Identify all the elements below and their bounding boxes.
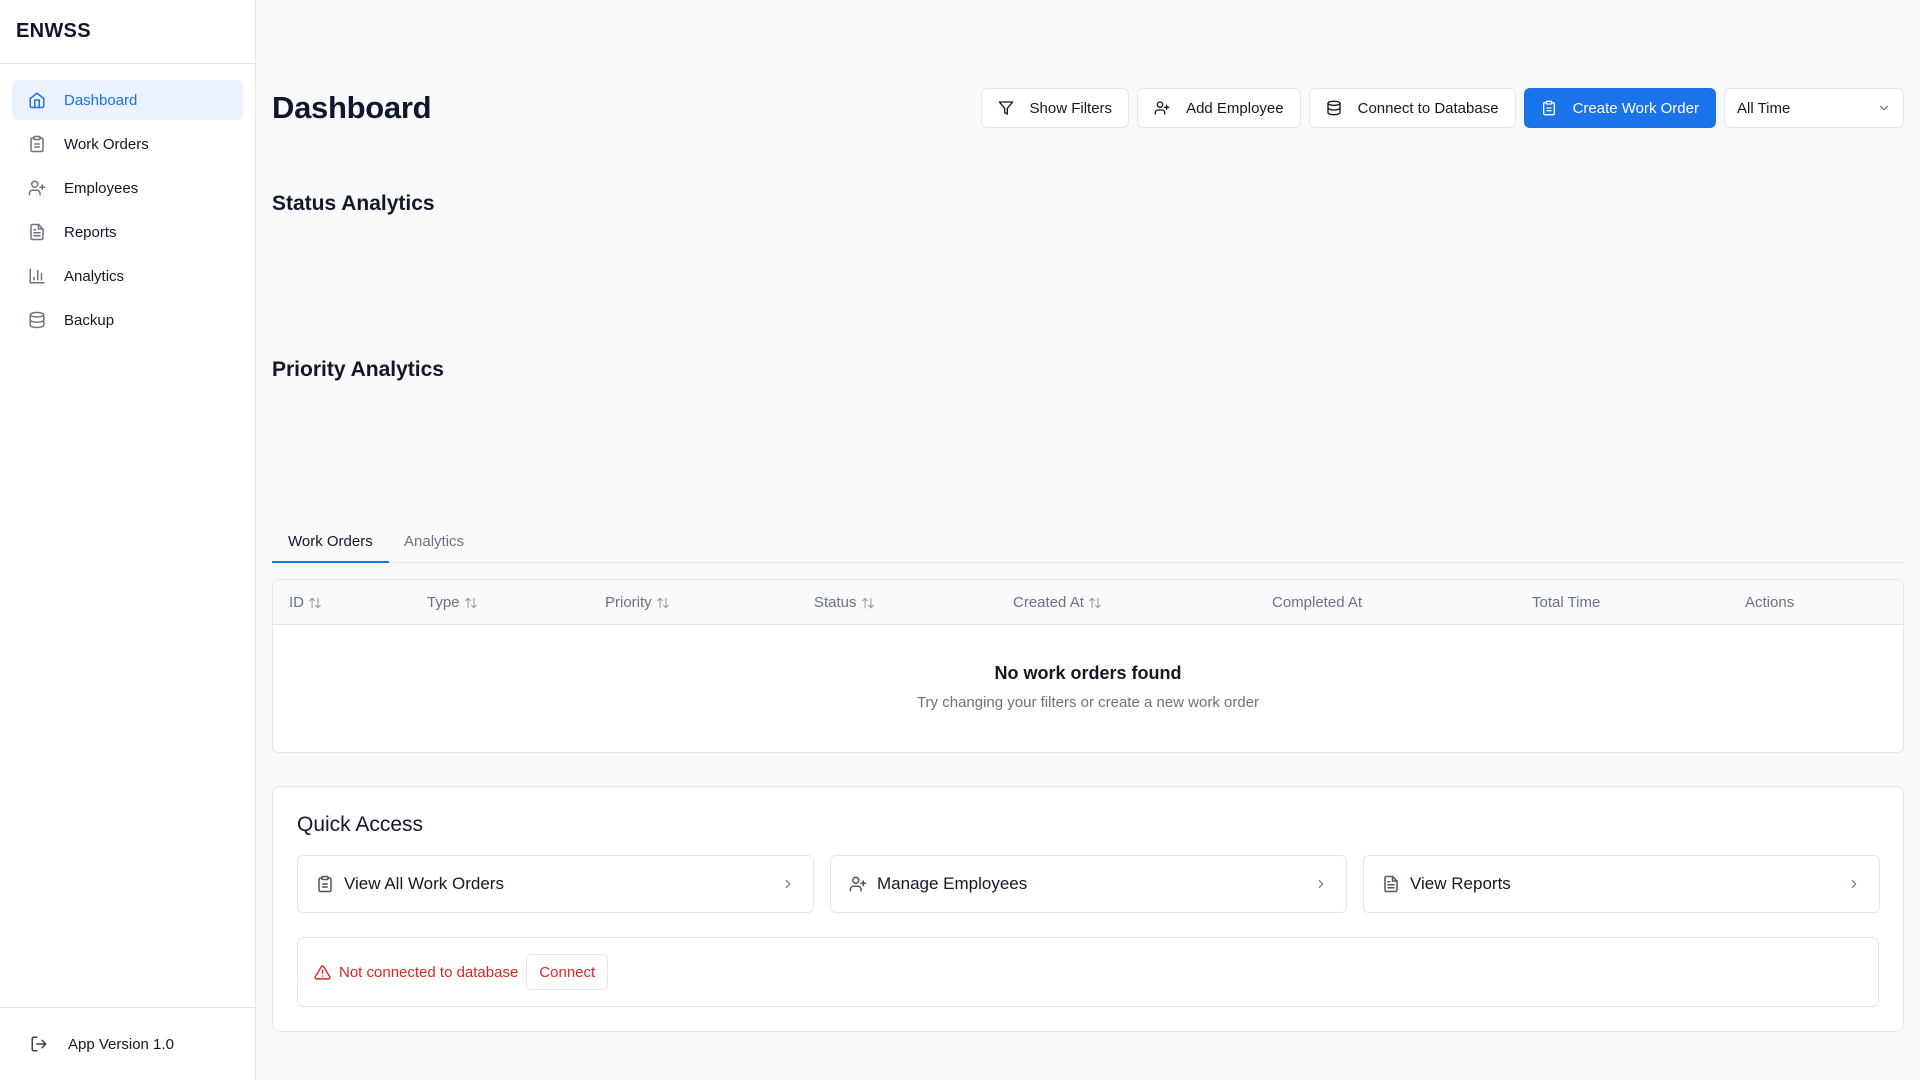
tab-analytics[interactable]: Analytics bbox=[388, 525, 480, 563]
manage-employees-link[interactable]: Manage Employees bbox=[830, 855, 1347, 913]
column-header-completed-at: Completed At bbox=[1272, 594, 1363, 611]
sidebar-item-backup[interactable]: Backup bbox=[12, 300, 243, 340]
page-title: Dashboard bbox=[272, 90, 432, 125]
sidebar-nav: Dashboard Work Orders Employees Reports … bbox=[0, 64, 255, 360]
sort-icon bbox=[308, 596, 322, 610]
column-header-id[interactable]: ID bbox=[289, 580, 322, 625]
quick-access-title: Quick Access bbox=[297, 813, 424, 836]
time-range-select[interactable]: All Time bbox=[1724, 88, 1904, 128]
column-label: Type bbox=[427, 594, 460, 611]
sidebar-item-label: Reports bbox=[64, 223, 117, 241]
page-header: Dashboard Show Filters Add Employee Conn… bbox=[272, 88, 1904, 128]
column-header-actions: Actions bbox=[1745, 594, 1795, 611]
work-orders-table: ID Type Priority Status Created At Compl… bbox=[272, 579, 1904, 753]
app-version-label: App Version 1.0 bbox=[68, 1035, 174, 1053]
bar-chart-icon bbox=[28, 267, 46, 285]
clipboard-icon bbox=[316, 875, 334, 893]
alert-triangle-icon bbox=[314, 964, 331, 981]
clipboard-icon bbox=[1541, 100, 1557, 116]
column-header-total-time: Total Time bbox=[1532, 594, 1601, 611]
sidebar-item-label: Work Orders bbox=[64, 135, 149, 153]
home-icon bbox=[28, 91, 46, 109]
column-header-priority[interactable]: Priority bbox=[605, 580, 670, 625]
sidebar-item-label: Dashboard bbox=[64, 91, 138, 109]
sidebar-item-work-orders[interactable]: Work Orders bbox=[12, 124, 243, 164]
column-header-created-at[interactable]: Created At bbox=[1013, 580, 1102, 625]
sidebar-item-label: Employees bbox=[64, 179, 139, 197]
quick-access-label: Manage Employees bbox=[877, 874, 1028, 893]
time-range-value: All Time bbox=[1737, 99, 1791, 117]
empty-state-title: No work orders found bbox=[994, 663, 1182, 683]
file-text-icon bbox=[1382, 875, 1400, 893]
app-title: ENWSS bbox=[0, 0, 255, 64]
sidebar-item-analytics[interactable]: Analytics bbox=[12, 256, 243, 296]
sort-icon bbox=[656, 596, 670, 610]
clipboard-icon bbox=[28, 135, 46, 153]
quick-access-label: View All Work Orders bbox=[344, 874, 504, 893]
database-icon bbox=[1326, 100, 1342, 116]
tab-work-orders[interactable]: Work Orders bbox=[272, 525, 389, 563]
quick-access-card: Quick Access View All Work Orders Manage… bbox=[272, 786, 1904, 1032]
quick-access-label: View Reports bbox=[1410, 874, 1511, 893]
sidebar: ENWSS Dashboard Work Orders Employees Re… bbox=[0, 0, 256, 1080]
create-work-order-label: Create Work Order bbox=[1572, 99, 1699, 117]
quick-access-items: View All Work Orders Manage Employees Vi… bbox=[297, 855, 1880, 913]
filter-icon bbox=[998, 100, 1014, 116]
user-plus-icon bbox=[849, 875, 867, 893]
add-employee-label: Add Employee bbox=[1186, 99, 1284, 117]
table-header: ID Type Priority Status Created At Compl… bbox=[273, 580, 1903, 625]
create-work-order-button[interactable]: Create Work Order bbox=[1523, 88, 1716, 128]
show-filters-label: Show Filters bbox=[1029, 99, 1113, 117]
database-icon bbox=[28, 311, 46, 329]
column-label: Created At bbox=[1013, 594, 1084, 611]
chevron-right-icon bbox=[781, 877, 795, 891]
view-reports-link[interactable]: View Reports bbox=[1363, 855, 1880, 913]
sort-icon bbox=[861, 596, 875, 610]
chevron-right-icon bbox=[1847, 877, 1861, 891]
sidebar-item-employees[interactable]: Employees bbox=[12, 168, 243, 208]
add-employee-button[interactable]: Add Employee bbox=[1137, 88, 1301, 128]
priority-analytics-title: Priority Analytics bbox=[272, 358, 444, 381]
connect-button[interactable]: Connect bbox=[526, 954, 609, 990]
sort-icon bbox=[464, 596, 478, 610]
sidebar-item-label: Analytics bbox=[64, 267, 125, 285]
empty-state: No work orders found Try changing your f… bbox=[273, 625, 1903, 753]
connect-database-button[interactable]: Connect to Database bbox=[1308, 88, 1516, 128]
view-all-work-orders-link[interactable]: View All Work Orders bbox=[297, 855, 814, 913]
column-header-type[interactable]: Type bbox=[427, 580, 478, 625]
status-analytics-title: Status Analytics bbox=[272, 192, 435, 215]
sidebar-item-dashboard[interactable]: Dashboard bbox=[12, 80, 243, 120]
database-status: Not connected to database Connect bbox=[297, 937, 1879, 1007]
header-actions: Show Filters Add Employee Connect to Dat… bbox=[980, 88, 1904, 128]
connect-database-label: Connect to Database bbox=[1357, 99, 1499, 117]
user-plus-icon bbox=[28, 179, 46, 197]
content-tabs: Work Orders Analytics bbox=[272, 525, 1904, 563]
sort-icon bbox=[1088, 596, 1102, 610]
column-label: Status bbox=[814, 594, 857, 611]
chevron-down-icon bbox=[1877, 101, 1891, 115]
chevron-right-icon bbox=[1314, 877, 1328, 891]
user-plus-icon bbox=[1154, 100, 1170, 116]
log-out-icon bbox=[30, 1035, 48, 1053]
sidebar-item-label: Backup bbox=[64, 311, 115, 329]
show-filters-button[interactable]: Show Filters bbox=[980, 88, 1130, 128]
sidebar-item-reports[interactable]: Reports bbox=[12, 212, 243, 252]
file-text-icon bbox=[28, 223, 46, 241]
empty-state-subtitle: Try changing your filters or create a ne… bbox=[916, 694, 1260, 711]
column-label: ID bbox=[289, 594, 304, 611]
column-label: Priority bbox=[605, 594, 652, 611]
app-version[interactable]: App Version 1.0 bbox=[0, 1007, 255, 1080]
database-status-message: Not connected to database bbox=[339, 963, 519, 981]
column-header-status[interactable]: Status bbox=[814, 580, 875, 625]
